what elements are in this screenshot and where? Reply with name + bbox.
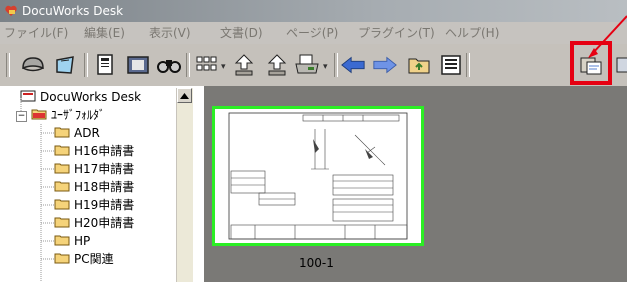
document-info-button[interactable] (93, 52, 119, 78)
menu-bar: ファイル(F) 編集(E) 表示(V) 文書(D) ページ(P) プラグイン(T… (0, 22, 627, 44)
document-info-icon (97, 54, 113, 75)
open-button[interactable] (20, 52, 46, 78)
menu-view[interactable]: 表示(V) (149, 22, 191, 44)
menu-plugin[interactable]: プラグイン(T) (358, 22, 435, 44)
print-dropdown-arrow[interactable]: ▾ (323, 62, 328, 72)
find-button[interactable] (156, 52, 182, 78)
tree-item-label: H17申請書 (74, 162, 135, 176)
find-icon (157, 60, 181, 73)
menu-help[interactable]: ヘルプ(H) (445, 22, 499, 44)
menu-file[interactable]: ファイル(F) (4, 22, 68, 44)
properties-icon (441, 55, 461, 75)
tree-item-label: H20申請書 (74, 216, 135, 230)
toolbar-separator (84, 53, 88, 77)
bind-button[interactable] (52, 52, 78, 78)
tree-connector-lines (20, 98, 54, 282)
tree-vertical-scrollbar[interactable] (176, 88, 193, 282)
scroll-up-button[interactable] (177, 88, 192, 103)
folder-up-button[interactable] (406, 52, 432, 78)
toolbar-separator (334, 53, 338, 77)
bind-icon (56, 56, 74, 74)
tree-item-label: PC関連 (74, 252, 114, 266)
tree-left-margin (0, 86, 16, 282)
toolbar-separator (466, 53, 470, 77)
print-icon (295, 54, 319, 74)
viewer-icon (127, 56, 149, 74)
toolbar-grip (6, 53, 10, 77)
stack-left-icon (234, 54, 254, 76)
tree-item-label: H19申請書 (74, 198, 135, 212)
open-icon (22, 57, 44, 72)
tree-item-label: ADR (74, 126, 100, 140)
toolbar: ▾ ▾ (0, 44, 627, 87)
print-button[interactable] (294, 52, 320, 78)
tree-item-label: H16申請書 (74, 144, 135, 158)
document-thumbnail[interactable] (212, 106, 424, 246)
next-plugin-button[interactable] (612, 52, 627, 78)
view-mode-dropdown-arrow[interactable]: ▾ (221, 62, 226, 72)
forward-icon (373, 56, 397, 74)
thumbnail-caption: 100-1 (299, 256, 334, 270)
folder-up-icon (408, 58, 430, 74)
highlight-box (570, 41, 612, 85)
menu-document[interactable]: 文書(D) (220, 22, 263, 44)
menu-edit[interactable]: 編集(E) (84, 22, 125, 44)
toolbar-separator (186, 53, 190, 77)
forward-button[interactable] (372, 52, 398, 78)
stack-right-icon (267, 54, 287, 76)
window-title: DocuWorks Desk (22, 4, 124, 18)
tree-item-label: H18申請書 (74, 180, 135, 194)
view-mode-icon (196, 56, 217, 71)
menu-page[interactable]: ページ(P) (286, 22, 338, 44)
desk-workspace: 100-1 (204, 86, 627, 282)
drawing-preview (228, 112, 408, 240)
back-icon (341, 56, 365, 74)
view-mode-button[interactable] (193, 52, 219, 78)
back-button[interactable] (340, 52, 366, 78)
viewer-button[interactable] (125, 52, 151, 78)
stack-left-button[interactable] (231, 52, 257, 78)
title-bar: DocuWorks Desk (0, 0, 627, 22)
stack-right-button[interactable] (264, 52, 290, 78)
docuworks-app-icon (5, 5, 17, 16)
tree-item-label: HP (74, 234, 91, 248)
next-plugin-icon (616, 57, 627, 73)
scroll-up-arrow-icon (180, 92, 189, 99)
properties-button[interactable] (438, 52, 464, 78)
